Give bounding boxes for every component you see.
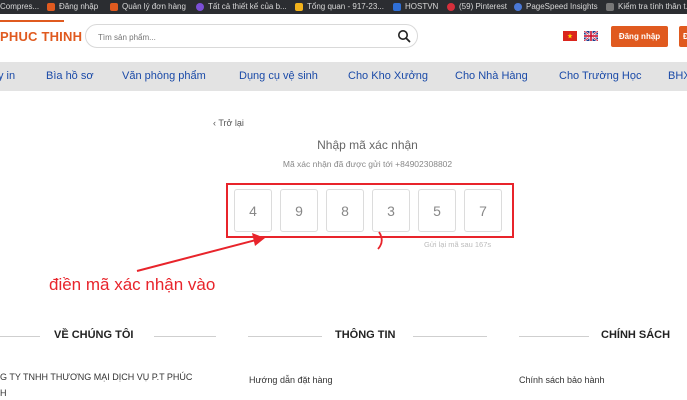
divider xyxy=(154,336,216,337)
nav-item-bia-ho-so[interactable]: Bìa hồ sơ xyxy=(46,70,94,82)
chevron-left-icon: ‹ xyxy=(213,118,216,128)
bookmark-label: Đăng nhập xyxy=(59,2,99,11)
link-warranty-policy[interactable]: Chính sách bảo hành xyxy=(519,375,605,385)
divider xyxy=(0,336,40,337)
bookmark-tong-quan[interactable]: Tổng quan - 917-23... xyxy=(295,0,384,14)
annotation-text: điền mã xác nhận vào xyxy=(49,275,216,294)
bookmark-label: Tổng quan - 917-23... xyxy=(307,2,384,11)
nav-item-dung-cu-ve-sinh[interactable]: Dụng cụ vệ sinh xyxy=(239,70,318,82)
page-icon xyxy=(606,3,614,11)
otp-title: Nhập mã xác nhận xyxy=(317,138,418,152)
bookmark-label: Kiểm tra tính thân t... xyxy=(618,2,687,11)
bookmark-label: (59) Pinterest xyxy=(459,2,508,11)
page-icon xyxy=(110,3,118,11)
bookmark-quan-ly-don-hang[interactable]: Quản lý đơn hàng xyxy=(110,0,186,14)
main-nav: y in Bìa hồ sơ Văn phòng phẩm Dụng cụ vệ… xyxy=(0,62,687,91)
arrow-icon xyxy=(136,233,265,272)
nav-item-cho-truong-hoc[interactable]: Cho Trường Học xyxy=(559,70,641,82)
bookmark-label: Compres... xyxy=(0,2,40,11)
search-box[interactable] xyxy=(85,24,418,48)
divider xyxy=(519,336,589,337)
login-button[interactable]: Đăng nhập xyxy=(611,26,668,47)
section-title-about: VỀ CHÚNG TÔI xyxy=(54,329,134,341)
site-logo[interactable]: PHUC THINH xyxy=(0,29,82,44)
register-button[interactable]: Đ xyxy=(679,26,687,47)
hostvn-icon xyxy=(393,3,401,11)
divider xyxy=(413,336,487,337)
bookmark-pinterest[interactable]: (59) Pinterest xyxy=(447,0,507,14)
bookmark-compress[interactable]: Compres... xyxy=(0,0,39,14)
search-input[interactable] xyxy=(96,29,390,45)
vietnam-flag-icon[interactable] xyxy=(563,31,577,41)
canva-icon xyxy=(196,3,204,11)
page-icon xyxy=(47,3,55,11)
company-name-line1: G TY TNHH THƯƠNG MẠI DỊCH VỤ P.T PHÚC xyxy=(0,372,193,382)
bookmark-label: HOSTVN xyxy=(405,2,439,11)
bookmarks-bar: Compres... Đăng nhập Quản lý đơn hàng Tấ… xyxy=(0,0,687,14)
bookmark-kiem-tra[interactable]: Kiểm tra tính thân t... xyxy=(606,0,687,14)
bookmark-label: PageSpeed Insights xyxy=(526,2,598,11)
bookmark-canva[interactable]: Tất cả thiết kế của b... xyxy=(196,0,287,14)
site-header: PHUC THINH Đăng nhập Đ xyxy=(0,14,687,62)
bookmark-pagespeed[interactable]: PageSpeed Insights xyxy=(514,0,598,14)
nav-item-bhx[interactable]: BHX xyxy=(668,70,687,82)
nav-item-van-phong-pham[interactable]: Văn phòng phẩm xyxy=(122,70,206,82)
analytics-icon xyxy=(295,3,303,11)
bookmark-dang-nhap[interactable]: Đăng nhập xyxy=(47,0,98,14)
back-link[interactable]: ‹ Trở lại xyxy=(213,118,244,128)
nav-item-cho-nha-hang[interactable]: Cho Nhà Hàng xyxy=(455,70,528,82)
highlight-box xyxy=(226,183,514,238)
nav-item-in[interactable]: y in xyxy=(0,70,15,82)
resend-countdown: Gửi lại mã sau 167s xyxy=(424,240,492,249)
divider xyxy=(248,336,322,337)
section-title-policy: CHÍNH SÁCH xyxy=(601,329,671,341)
section-title-info: THÔNG TIN xyxy=(335,329,396,341)
logo-underline xyxy=(0,20,64,22)
back-label: Trở lại xyxy=(218,118,244,128)
uk-flag-icon[interactable] xyxy=(584,31,598,41)
link-order-guide[interactable]: Hướng dẫn đặt hàng xyxy=(249,375,333,385)
pinterest-icon xyxy=(447,3,455,11)
pagespeed-icon xyxy=(514,3,522,11)
bookmark-label: Tất cả thiết kế của b... xyxy=(208,2,287,11)
bookmark-hostvn[interactable]: HOSTVN xyxy=(393,0,438,14)
nav-item-cho-kho-xuong[interactable]: Cho Kho Xưởng xyxy=(348,70,428,82)
company-name-line2: H xyxy=(0,388,7,398)
bookmark-label: Quản lý đơn hàng xyxy=(122,2,186,11)
search-icon[interactable] xyxy=(397,29,411,43)
otp-subtitle: Mã xác nhận đã được gửi tới +84902308802 xyxy=(282,159,453,169)
